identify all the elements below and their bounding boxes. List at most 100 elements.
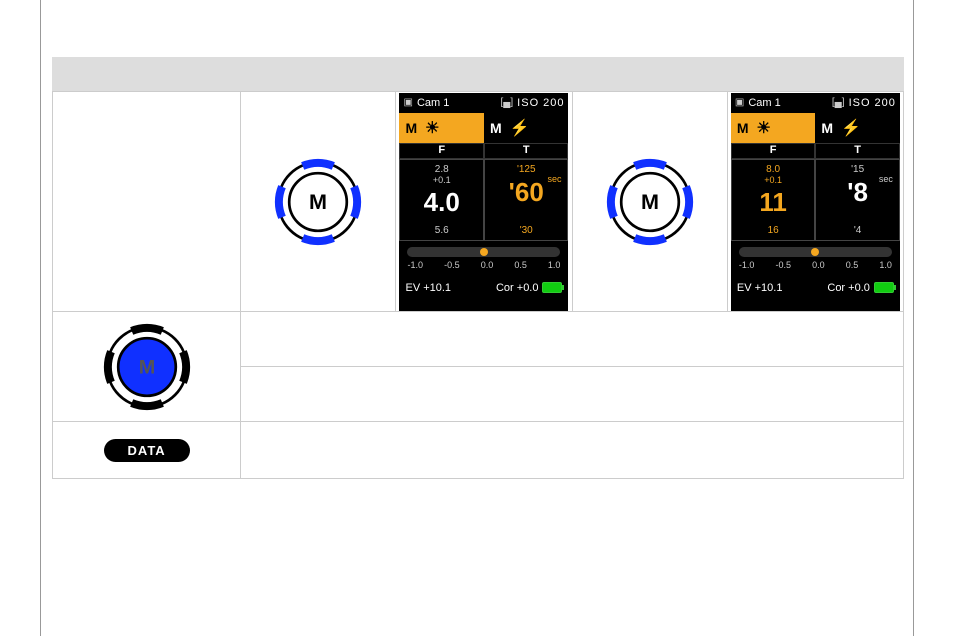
panel-status-bar: ▣ Cam 1 [▄] ISO 200: [731, 93, 900, 113]
t-sec-label: sec: [879, 174, 893, 184]
tick: -0.5: [775, 260, 791, 270]
iso-value: 200: [875, 97, 896, 109]
iso-value: 200: [543, 97, 564, 109]
cell-data-key: DATA: [53, 422, 241, 479]
mode-letter: M: [490, 120, 502, 136]
tick: 0.0: [812, 260, 825, 270]
measure-dial-outline-icon: M: [605, 157, 695, 247]
tick: 0.5: [514, 260, 527, 270]
table-row: DATA: [53, 422, 904, 479]
sun-icon: ☀: [425, 118, 439, 138]
table-header-bar: [52, 57, 904, 91]
ev-scale: -1.0 -0.5 0.0 0.5 1.0: [399, 241, 568, 277]
tick: 0.5: [846, 260, 859, 270]
content-area: M ▣ Cam 1 [▄] ISO 200 M: [52, 57, 904, 479]
t-value-box[interactable]: '125 sec '60 '30: [484, 159, 569, 241]
cell-empty: [241, 367, 904, 422]
t-value-box[interactable]: '15 sec '8 '4: [815, 159, 900, 241]
scale-ticks: -1.0 -0.5 0.0 0.5 1.0: [407, 260, 560, 270]
camera-label: Cam 1: [417, 97, 449, 109]
profile-icon: [▄]: [832, 97, 845, 108]
scale-track: [407, 247, 560, 257]
meter-panel-a: ▣ Cam 1 [▄] ISO 200 M ☀ M: [399, 93, 568, 311]
ev-scale: -1.0 -0.5 0.0 0.5 1.0: [731, 241, 900, 277]
mode-flash-tab[interactable]: M ⚡: [815, 113, 900, 143]
profile-icon: [▄]: [501, 97, 514, 108]
cell-empty: [53, 92, 241, 312]
mode-row: M ☀ M ⚡: [731, 113, 900, 143]
f-header: F: [731, 143, 816, 159]
cell-dial-outline-1: M: [241, 92, 396, 312]
battery-icon: [542, 282, 562, 293]
t-header: T: [484, 143, 569, 159]
table-row: M ▣ Cam 1 [▄] ISO 200 M: [53, 92, 904, 312]
scale-indicator-icon: [811, 248, 819, 256]
tick: 1.0: [548, 260, 561, 270]
mode-row: M ☀ M ⚡: [399, 113, 568, 143]
cell-panel-b: ▣ Cam 1 [▄] ISO 200 M ☀ M: [727, 92, 903, 312]
camera-icon: ▣: [735, 97, 744, 108]
bolt-icon: ⚡: [841, 118, 861, 138]
meter-panel-b: ▣ Cam 1 [▄] ISO 200 M ☀ M: [731, 93, 900, 311]
measure-dial-outline-icon: M: [273, 157, 363, 247]
iso-label: ISO: [517, 97, 539, 109]
f-value-box[interactable]: 8.0 +0.1 11 16: [731, 159, 816, 241]
tick: 0.0: [481, 260, 494, 270]
f-prev-value: 2.8: [406, 164, 477, 175]
f-prev-value: 8.0: [738, 164, 809, 175]
t-header: T: [815, 143, 900, 159]
cell-dial-filled: M: [53, 312, 241, 422]
f-header: F: [399, 143, 484, 159]
mode-ambient-tab[interactable]: M ☀: [731, 113, 816, 143]
t-next-value: '4: [816, 225, 899, 236]
cell-empty: [241, 422, 904, 479]
camera-icon: ▣: [403, 97, 412, 108]
ev-readout: EV +10.1: [405, 282, 451, 294]
cor-readout: Cor +0.0: [827, 282, 870, 294]
cell-empty: [241, 312, 904, 367]
f-main-value: 11: [738, 187, 809, 218]
mode-letter: M: [821, 120, 833, 136]
camera-label: Cam 1: [748, 97, 780, 109]
tick: -1.0: [407, 260, 423, 270]
cell-dial-outline-2: M: [572, 92, 727, 312]
ft-header-row: F T: [399, 143, 568, 159]
tick: 1.0: [879, 260, 892, 270]
t-next-value: '30: [485, 225, 568, 236]
cell-panel-a: ▣ Cam 1 [▄] ISO 200 M ☀ M: [396, 92, 572, 312]
f-next-value: 5.6: [400, 225, 483, 236]
dial-letter: M: [641, 189, 659, 214]
measure-dial-filled-icon: M: [102, 322, 192, 412]
instruction-table: M ▣ Cam 1 [▄] ISO 200 M: [52, 91, 904, 479]
bolt-icon: ⚡: [510, 118, 530, 138]
table-row: M: [53, 312, 904, 367]
f-increment: +0.1: [738, 175, 809, 185]
data-button-icon: DATA: [104, 439, 190, 462]
values-row: 8.0 +0.1 11 16 '15 sec '8 '4: [731, 159, 900, 241]
panel-status-bar: ▣ Cam 1 [▄] ISO 200: [399, 93, 568, 113]
mode-ambient-tab[interactable]: M ☀: [399, 113, 484, 143]
panel-footer: EV +10.1 Cor +0.0: [731, 277, 900, 299]
mode-letter: M: [737, 120, 749, 136]
cor-readout: Cor +0.0: [496, 282, 539, 294]
sun-icon: ☀: [757, 118, 771, 138]
tick: -0.5: [444, 260, 460, 270]
f-next-value: 16: [732, 225, 815, 236]
scale-ticks: -1.0 -0.5 0.0 0.5 1.0: [739, 260, 892, 270]
f-value-box[interactable]: 2.8 +0.1 4.0 5.6: [399, 159, 484, 241]
battery-icon: [874, 282, 894, 293]
iso-label: ISO: [849, 97, 871, 109]
ft-header-row: F T: [731, 143, 900, 159]
f-main-value: 4.0: [406, 187, 477, 218]
t-sec-label: sec: [547, 174, 561, 184]
scale-indicator-icon: [480, 248, 488, 256]
values-row: 2.8 +0.1 4.0 5.6 '125 sec '60 '30: [399, 159, 568, 241]
mode-flash-tab[interactable]: M ⚡: [484, 113, 569, 143]
dial-letter: M: [309, 189, 327, 214]
panel-footer: EV +10.1 Cor +0.0: [399, 277, 568, 299]
ev-readout: EV +10.1: [737, 282, 783, 294]
mode-letter: M: [405, 120, 417, 136]
tick: -1.0: [739, 260, 755, 270]
dial-letter: M: [138, 356, 154, 378]
f-increment: +0.1: [406, 175, 477, 185]
